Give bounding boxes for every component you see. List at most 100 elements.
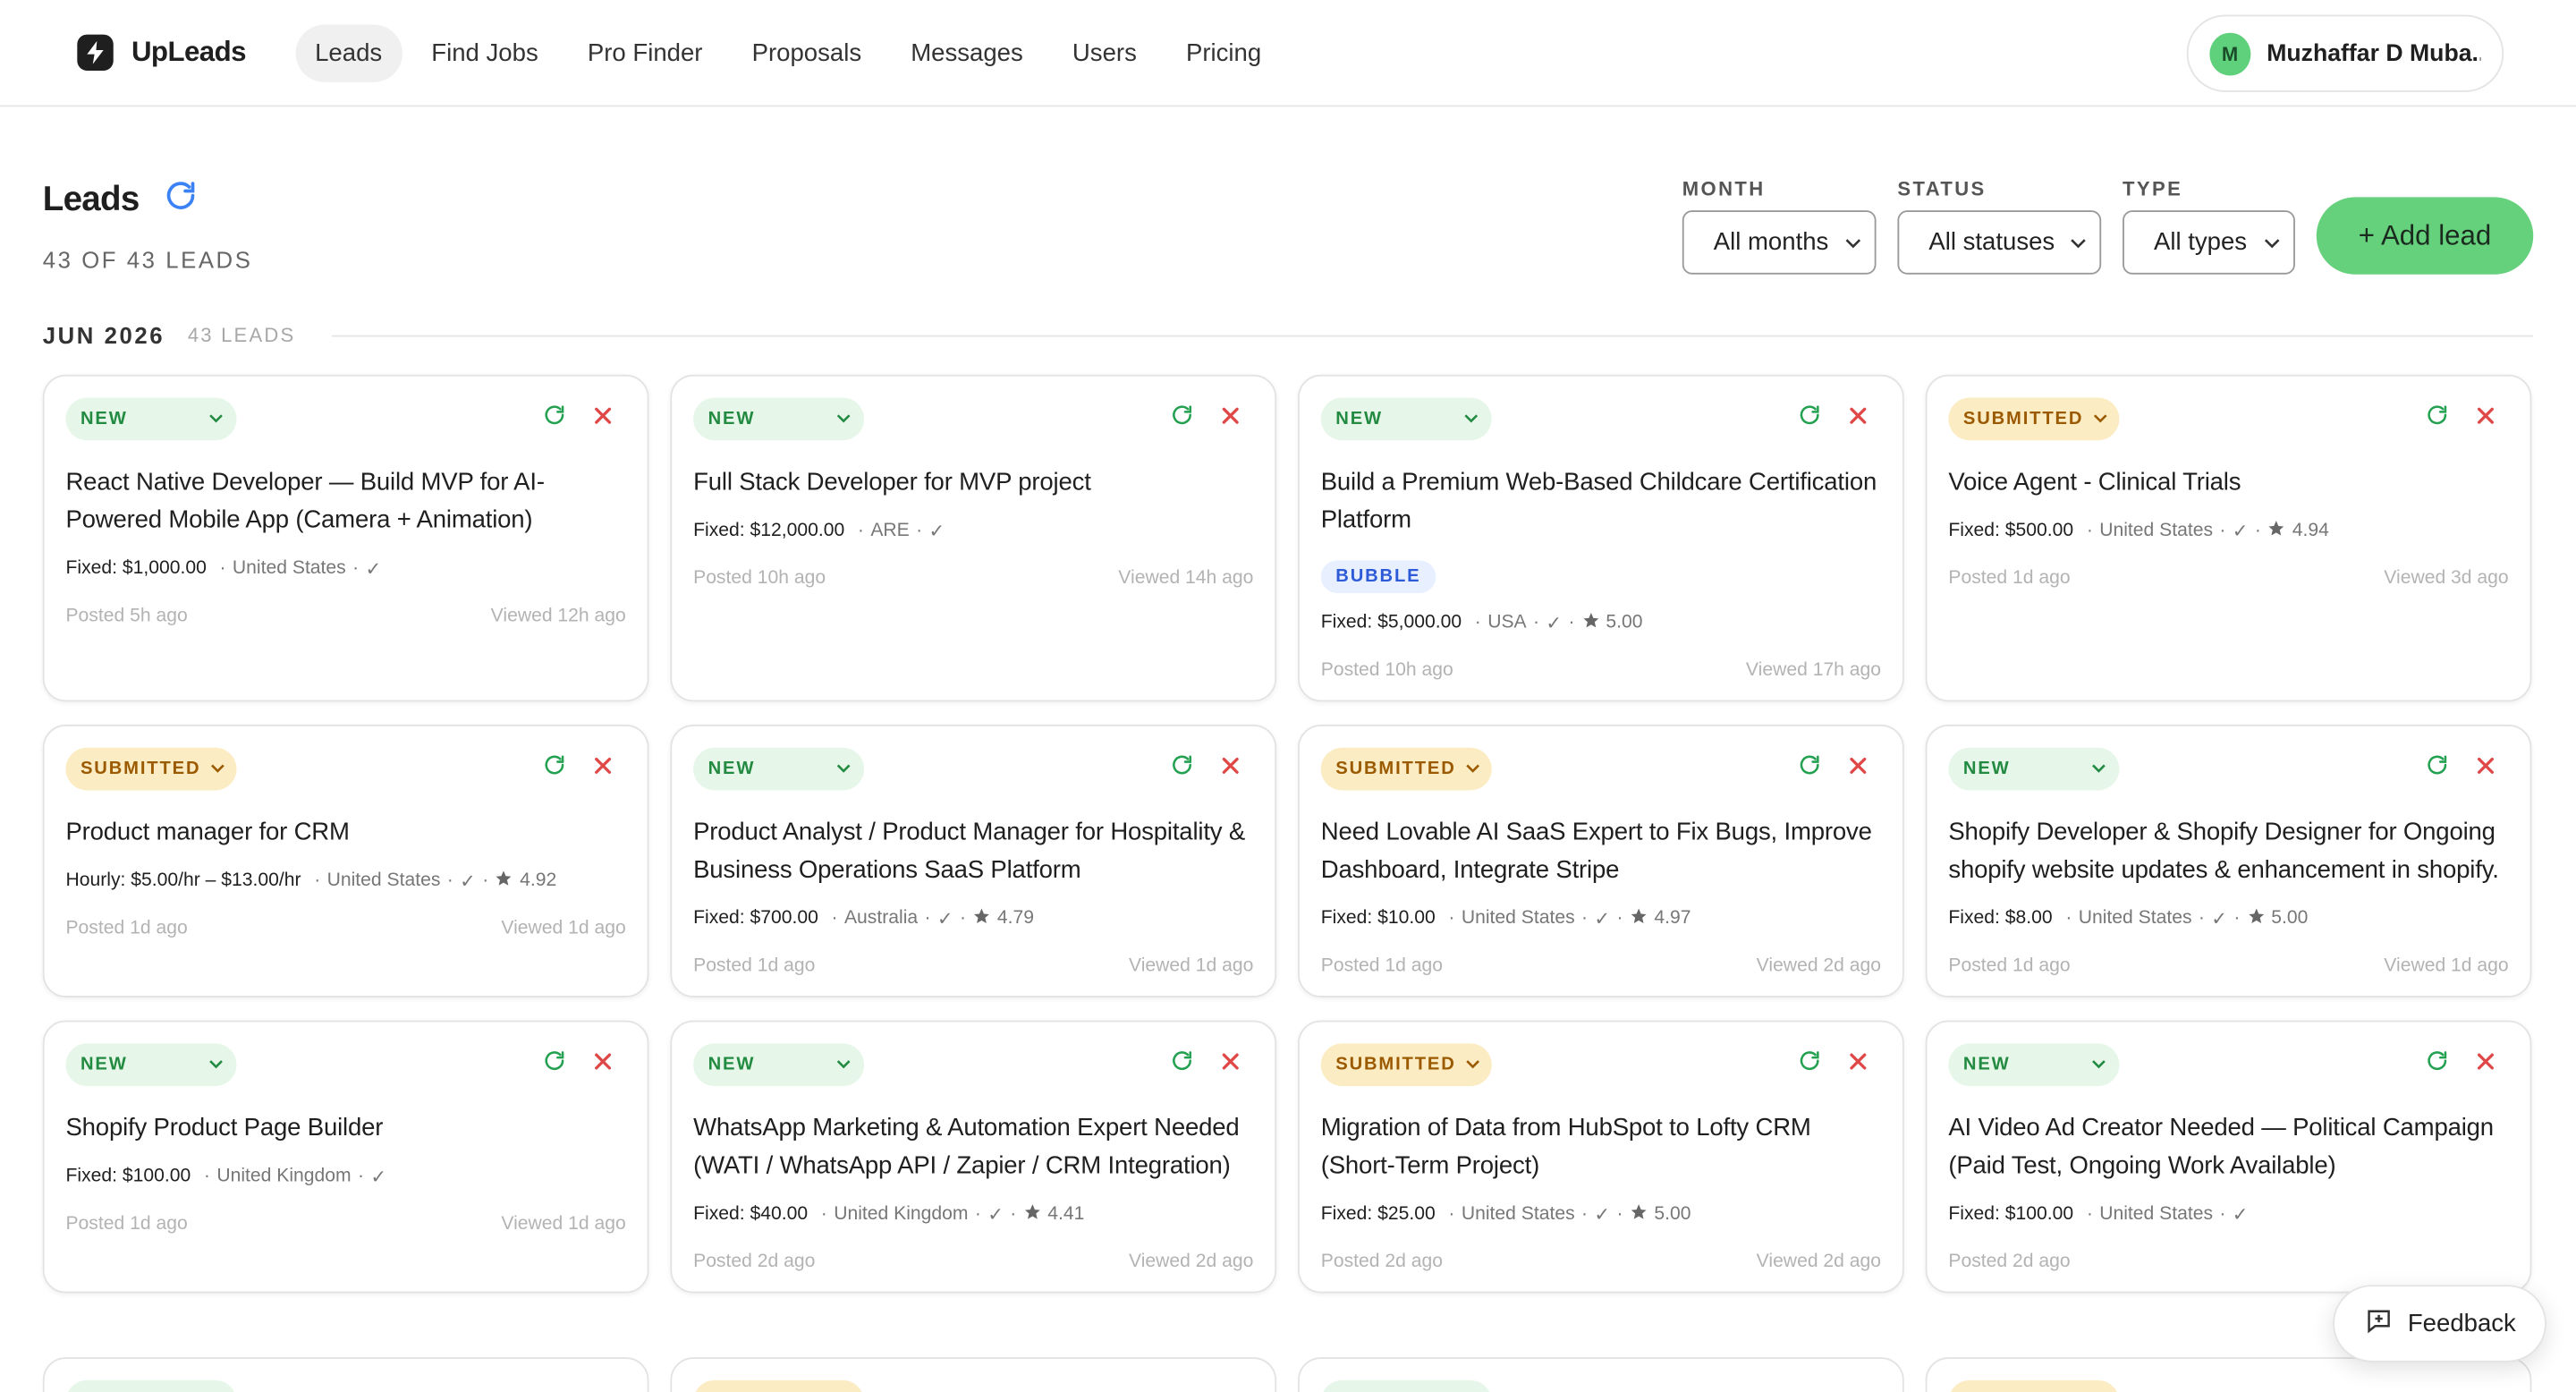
refresh-icon[interactable] (1797, 403, 1822, 436)
refresh-icon[interactable] (1170, 1048, 1195, 1082)
separator-dot: · (857, 521, 864, 541)
lead-card[interactable]: SUBMITTED Product manager for CRM Hourly: … (42, 724, 649, 997)
status-label: NEW (708, 759, 756, 779)
separator-dot: · (446, 870, 453, 891)
status-dropdown[interactable]: NEW (1948, 747, 2120, 791)
nav-proposals[interactable]: Proposals (733, 24, 882, 81)
status-select[interactable]: All statuses (1897, 210, 2102, 275)
viewed-time: Viewed 14h ago (1118, 568, 1254, 589)
nav-find-jobs[interactable]: Find Jobs (411, 24, 558, 81)
lead-card[interactable] (1925, 1357, 2532, 1392)
lead-title[interactable]: WhatsApp Marketing & Automation Expert N… (693, 1109, 1253, 1184)
close-icon[interactable] (593, 1050, 613, 1080)
lead-card[interactable]: SUBMITTED Need Lovable AI SaaS Expert to … (1298, 724, 1904, 997)
location: United States (326, 870, 441, 891)
refresh-icon[interactable] (1170, 403, 1195, 436)
lead-title[interactable]: Shopify Developer & Shopify Designer for… (1948, 813, 2508, 888)
feedback-button[interactable]: Feedback (2333, 1285, 2546, 1362)
status-dropdown[interactable]: SUBMITTED (65, 747, 237, 791)
posted-time: Posted 2d ago (1948, 1252, 2071, 1272)
status-dropdown[interactable]: SUBMITTED (1320, 747, 1492, 791)
lead-card[interactable]: SUBMITTED Migration of Data from HubSpot … (1298, 1020, 1904, 1294)
status-dropdown[interactable]: NEW (693, 397, 865, 441)
status-dropdown[interactable]: SUBMITTED (1320, 1043, 1492, 1087)
nav-messages[interactable]: Messages (891, 24, 1043, 81)
chevron-down-icon (2091, 760, 2106, 779)
close-icon[interactable] (2476, 404, 2496, 434)
status-dropdown[interactable]: SUBMITTED (1948, 397, 2120, 441)
lead-title[interactable]: Migration of Data from HubSpot to Lofty … (1321, 1109, 1881, 1184)
lead-title[interactable]: Product manager for CRM (65, 813, 625, 851)
status-dropdown[interactable] (65, 1379, 237, 1392)
status-dropdown[interactable]: NEW (65, 397, 237, 441)
lead-card[interactable]: NEW Build a Premium Web-Based Childcare C… (1298, 374, 1904, 702)
status-dropdown[interactable]: NEW (693, 1043, 865, 1087)
price: Fixed: $25.00 (1320, 1204, 1436, 1225)
refresh-icon[interactable] (1797, 1048, 1822, 1082)
nav-users[interactable]: Users (1053, 24, 1157, 81)
lead-card[interactable]: NEW Product Analyst / Product Manager for… (670, 724, 1277, 997)
close-icon[interactable] (1221, 754, 1241, 784)
status-dropdown[interactable] (1320, 1379, 1492, 1392)
lead-card[interactable]: NEW WhatsApp Marketing & Automation Exper… (670, 1020, 1277, 1294)
refresh-icon[interactable] (2425, 752, 2450, 785)
lead-title[interactable]: AI Video Ad Creator Needed — Political C… (1948, 1109, 2508, 1184)
separator-dot: · (203, 1167, 210, 1187)
status-dropdown[interactable]: NEW (65, 1043, 237, 1087)
verified-check-icon: ✓ (928, 522, 945, 543)
chevron-down-icon (1466, 760, 1481, 779)
status-dropdown[interactable]: NEW (1948, 1043, 2120, 1087)
refresh-icon[interactable] (1797, 752, 1822, 785)
lead-card[interactable]: NEW React Native Developer — Build MVP fo… (42, 374, 649, 702)
lead-card[interactable]: NEW AI Video Ad Creator Needed — Politica… (1925, 1020, 2532, 1294)
lead-title[interactable]: Full Stack Developer for MVP project (693, 463, 1253, 501)
nav-pro-finder[interactable]: Pro Finder (568, 24, 723, 81)
lead-title[interactable]: Build a Premium Web-Based Childcare Cert… (1321, 463, 1881, 539)
close-icon[interactable] (2476, 1050, 2496, 1080)
add-lead-button[interactable]: + Add lead (2316, 197, 2534, 275)
close-icon[interactable] (2476, 754, 2496, 784)
status-dropdown[interactable] (693, 1379, 865, 1392)
close-icon[interactable] (593, 754, 613, 784)
refresh-icon[interactable] (162, 177, 198, 222)
chevron-down-icon (836, 1055, 852, 1074)
lead-card[interactable]: SUBMITTED Voice Agent - Clinical Trials Fi… (1925, 374, 2532, 702)
month-select[interactable]: All months (1682, 210, 1877, 275)
status-dropdown[interactable]: NEW (1320, 397, 1492, 441)
refresh-icon[interactable] (542, 752, 567, 785)
close-icon[interactable] (593, 404, 613, 434)
location: United States (2099, 521, 2214, 541)
close-icon[interactable] (1221, 1050, 1241, 1080)
refresh-icon[interactable] (2425, 1048, 2450, 1082)
status-dropdown[interactable] (1948, 1379, 2120, 1392)
lead-card[interactable]: NEW Shopify Developer & Shopify Designer … (1925, 724, 2532, 997)
separator-dot: · (2086, 521, 2093, 541)
lead-title[interactable]: Product Analyst / Product Manager for Ho… (693, 813, 1253, 888)
lead-card[interactable] (670, 1357, 1277, 1392)
refresh-icon[interactable] (2425, 403, 2450, 436)
lead-card[interactable] (1298, 1357, 1904, 1392)
lead-title[interactable]: Voice Agent - Clinical Trials (1948, 463, 2508, 501)
user-menu[interactable]: M Muzhaffar D Muba... (2186, 14, 2504, 92)
lead-title[interactable]: Need Lovable AI SaaS Expert to Fix Bugs,… (1321, 813, 1881, 888)
main-nav: Leads Find Jobs Pro Finder Proposals Mes… (295, 23, 1281, 81)
refresh-icon[interactable] (542, 403, 567, 436)
lead-card[interactable]: NEW Shopify Product Page Builder Fixed: $1… (42, 1020, 649, 1294)
close-icon[interactable] (1848, 1050, 1868, 1080)
brand[interactable]: UpLeads (77, 34, 247, 71)
nav-pricing[interactable]: Pricing (1166, 24, 1281, 81)
lead-card[interactable]: NEW Full Stack Developer for MVP project F… (670, 374, 1277, 702)
close-icon[interactable] (1848, 404, 1868, 434)
refresh-icon[interactable] (542, 1048, 567, 1082)
chevron-down-icon (208, 409, 224, 429)
card-footer: Posted 2d ago Viewed 2d ago (1321, 1252, 1881, 1272)
nav-leads[interactable]: Leads (295, 23, 402, 81)
type-select[interactable]: All types (2123, 210, 2295, 275)
close-icon[interactable] (1221, 404, 1241, 434)
lead-title[interactable]: Shopify Product Page Builder (65, 1109, 625, 1147)
lead-title[interactable]: React Native Developer — Build MVP for A… (65, 463, 625, 539)
lead-card[interactable] (42, 1357, 649, 1392)
status-dropdown[interactable]: NEW (693, 747, 865, 791)
close-icon[interactable] (1848, 754, 1868, 784)
refresh-icon[interactable] (1170, 752, 1195, 785)
